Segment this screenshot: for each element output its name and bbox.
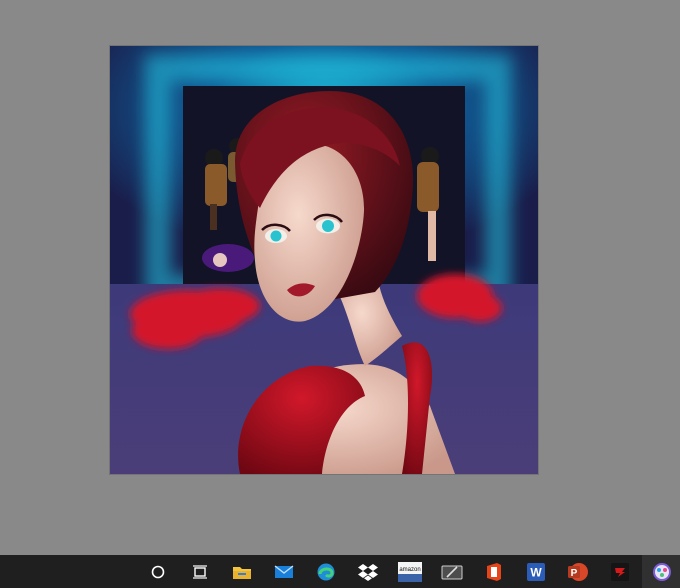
amazon-icon[interactable]: amazon [390, 555, 430, 588]
dropbox-icon[interactable] [348, 555, 388, 588]
file-explorer-icon[interactable] [222, 555, 262, 588]
word-label: W [530, 565, 542, 579]
edge-icon[interactable] [306, 555, 346, 588]
office-icon[interactable] [474, 555, 514, 588]
canvas-area [0, 0, 680, 555]
word-icon[interactable]: W [516, 555, 556, 588]
paint-app-icon[interactable] [642, 555, 680, 588]
task-view-icon[interactable] [180, 555, 220, 588]
amazon-label: amazon [399, 567, 420, 573]
powerpoint-label: P [571, 568, 578, 579]
artwork-image [110, 46, 538, 474]
sketch-tablet-icon[interactable] [432, 555, 472, 588]
taskbar: amazon W P [0, 555, 680, 588]
artwork-painting [110, 46, 538, 474]
mail-icon[interactable] [264, 555, 304, 588]
search-circle-icon[interactable] [138, 555, 178, 588]
red-app-icon[interactable] [600, 555, 640, 588]
powerpoint-icon[interactable]: P [558, 555, 598, 588]
